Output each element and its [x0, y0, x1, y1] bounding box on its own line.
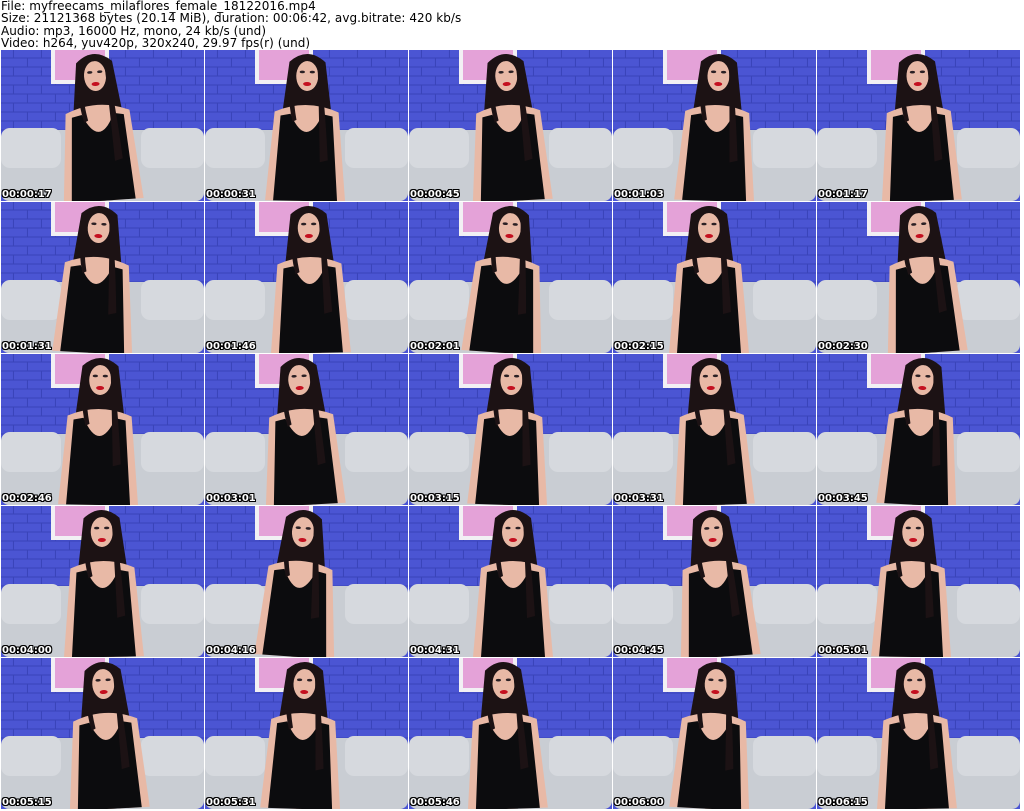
thumbnail-timestamp: 00:01:46	[206, 341, 256, 352]
video-frame-image	[1, 354, 204, 505]
video-thumbnail: 00:06:15	[817, 658, 1020, 809]
video-frame-image	[409, 506, 612, 657]
thumbnail-timestamp: 00:01:31	[2, 341, 52, 352]
thumbnail-timestamp: 00:04:16	[206, 645, 256, 656]
video-thumbnail: 00:06:00	[613, 658, 816, 809]
video-frame-image	[409, 658, 612, 809]
video-frame-image	[1, 50, 204, 201]
video-thumbnail: 00:01:46	[205, 202, 408, 353]
contact-sheet: File: myfreecams_milaflores_female_18122…	[0, 0, 1024, 811]
video-thumbnail: 00:04:45	[613, 506, 816, 657]
video-thumbnail: 00:03:45	[817, 354, 1020, 505]
thumbnail-timestamp: 00:05:15	[2, 797, 52, 808]
thumbnail-timestamp: 00:02:30	[818, 341, 868, 352]
thumbnail-timestamp: 00:06:00	[614, 797, 664, 808]
video-thumbnail: 00:04:00	[1, 506, 204, 657]
video-frame-image	[1, 202, 204, 353]
video-frame-image	[409, 50, 612, 201]
thumbnail-timestamp: 00:03:15	[410, 493, 460, 504]
video-thumbnail: 00:03:15	[409, 354, 612, 505]
video-thumbnail: 00:04:31	[409, 506, 612, 657]
video-thumbnail: 00:05:46	[409, 658, 612, 809]
thumbnail-timestamp: 00:00:45	[410, 189, 460, 200]
video-frame-image	[817, 506, 1020, 657]
video-thumbnail: 00:00:17	[1, 50, 204, 201]
thumbnail-timestamp: 00:00:31	[206, 189, 256, 200]
video-frame-image	[613, 354, 816, 505]
video-frame-image	[817, 658, 1020, 809]
thumbnail-timestamp: 00:04:45	[614, 645, 664, 656]
thumbnail-timestamp: 00:04:00	[2, 645, 52, 656]
video-thumbnail: 00:03:01	[205, 354, 408, 505]
thumbnail-timestamp: 00:05:46	[410, 797, 460, 808]
thumbnail-timestamp: 00:05:01	[818, 645, 868, 656]
thumbnail-timestamp: 00:00:17	[2, 189, 52, 200]
video-thumbnail: 00:01:03	[613, 50, 816, 201]
video-thumbnail: 00:04:16	[205, 506, 408, 657]
thumbnail-timestamp: 00:05:31	[206, 797, 256, 808]
thumbnail-timestamp: 00:01:03	[614, 189, 664, 200]
video-frame-image	[1, 506, 204, 657]
video-thumbnail: 00:05:15	[1, 658, 204, 809]
video-thumbnail: 00:03:31	[613, 354, 816, 505]
video-thumbnail: 00:00:31	[205, 50, 408, 201]
file-info-header: File: myfreecams_milaflores_female_18122…	[1, 0, 1021, 50]
thumbnail-timestamp: 00:03:01	[206, 493, 256, 504]
video-thumbnail: 00:01:17	[817, 50, 1020, 201]
video-thumbnail: 00:05:01	[817, 506, 1020, 657]
video-thumbnail: 00:02:46	[1, 354, 204, 505]
thumbnail-timestamp: 00:06:15	[818, 797, 868, 808]
video-frame-image	[613, 202, 816, 353]
video-frame-image	[613, 506, 816, 657]
video-frame-image	[205, 202, 408, 353]
video-thumbnail: 00:00:45	[409, 50, 612, 201]
video-frame-image	[205, 354, 408, 505]
video-frame-image	[409, 202, 612, 353]
video-frame-image	[817, 354, 1020, 505]
video-frame-image	[613, 658, 816, 809]
thumbnail-timestamp: 00:02:15	[614, 341, 664, 352]
thumbnail-grid: 00:00:17 00:00:31 00:00:45 00:01:03 00:01:17…	[0, 50, 1024, 811]
video-thumbnail: 00:02:01	[409, 202, 612, 353]
thumbnail-timestamp: 00:03:45	[818, 493, 868, 504]
thumbnail-timestamp: 00:01:17	[818, 189, 868, 200]
video-frame-image	[205, 658, 408, 809]
video-thumbnail: 00:01:31	[1, 202, 204, 353]
video-thumbnail: 00:05:31	[205, 658, 408, 809]
thumbnail-timestamp: 00:03:31	[614, 493, 664, 504]
file-size-line: Size: 21121368 bytes (20.14 MiB), durati…	[1, 11, 462, 26]
video-frame-image	[817, 50, 1020, 201]
video-frame-image	[409, 354, 612, 505]
thumbnail-timestamp: 00:02:46	[2, 493, 52, 504]
video-frame-image	[1, 658, 204, 809]
video-thumbnail: 00:02:30	[817, 202, 1020, 353]
video-frame-image	[205, 50, 408, 201]
thumbnail-timestamp: 00:04:31	[410, 645, 460, 656]
video-frame-image	[613, 50, 816, 201]
video-frame-image	[817, 202, 1020, 353]
video-info-line: Video: h264, yuv420p, 320x240, 29.97 fps…	[1, 36, 311, 51]
thumbnail-timestamp: 00:02:01	[410, 341, 460, 352]
video-thumbnail: 00:02:15	[613, 202, 816, 353]
video-frame-image	[205, 506, 408, 657]
